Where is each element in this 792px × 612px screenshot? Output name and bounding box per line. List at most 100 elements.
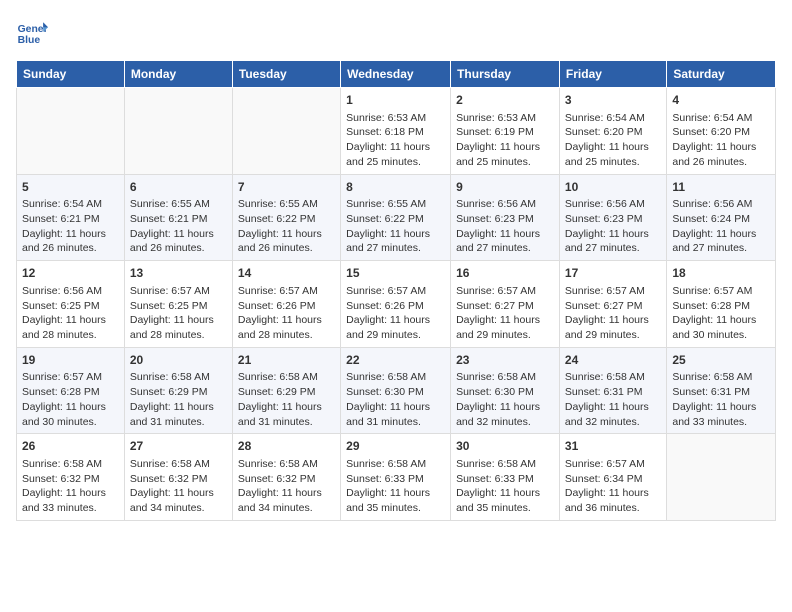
day-info: Sunrise: 6:58 AM Sunset: 6:31 PM Dayligh… <box>672 370 770 429</box>
day-number: 11 <box>672 179 770 196</box>
calendar-cell: 17 Sunrise: 6:57 AM Sunset: 6:27 PM Dayli… <box>559 261 666 348</box>
day-info: Sunrise: 6:58 AM Sunset: 6:29 PM Dayligh… <box>238 370 335 429</box>
day-number: 9 <box>456 179 554 196</box>
day-info: Sunrise: 6:58 AM Sunset: 6:30 PM Dayligh… <box>346 370 445 429</box>
calendar-cell: 7Sunrise: 6:55 AM Sunset: 6:22 PM Daylig… <box>232 174 340 261</box>
day-header-tuesday: Tuesday <box>232 61 340 88</box>
calendar-week-row: 26 Sunrise: 6:58 AM Sunset: 6:32 PM Dayli… <box>17 434 776 521</box>
calendar-cell: 22Sunrise: 6:58 AM Sunset: 6:30 PM Dayli… <box>341 347 451 434</box>
day-info: Sunrise: 6:57 AM Sunset: 6:27 PM Dayligh… <box>565 284 661 343</box>
calendar-cell: 4 Sunrise: 6:54 AM Sunset: 6:20 PM Daylig… <box>667 88 776 175</box>
calendar-cell: 14 Sunrise: 6:57 AM Sunset: 6:26 PM Dayli… <box>232 261 340 348</box>
calendar-cell <box>232 88 340 175</box>
day-number: 4 <box>672 92 770 109</box>
day-info: Sunrise: 6:57 AM Sunset: 6:25 PM Dayligh… <box>130 284 227 343</box>
day-info: Sunrise: 6:56 AM Sunset: 6:23 PM Dayligh… <box>456 197 554 256</box>
day-info: Sunrise: 6:57 AM Sunset: 6:27 PM Dayligh… <box>456 284 554 343</box>
calendar-week-row: 1 Sunrise: 6:53 AM Sunset: 6:18 PM Daylig… <box>17 88 776 175</box>
day-number: 20 <box>130 352 227 369</box>
day-header-thursday: Thursday <box>451 61 560 88</box>
day-info: Sunrise: 6:58 AM Sunset: 6:33 PM Dayligh… <box>456 457 554 516</box>
calendar-cell: 20Sunrise: 6:58 AM Sunset: 6:29 PM Dayli… <box>124 347 232 434</box>
day-number: 3 <box>565 92 661 109</box>
day-info: Sunrise: 6:57 AM Sunset: 6:34 PM Dayligh… <box>565 457 661 516</box>
day-number: 1 <box>346 92 445 109</box>
calendar-cell: 11Sunrise: 6:56 AM Sunset: 6:24 PM Dayli… <box>667 174 776 261</box>
calendar-cell: 10Sunrise: 6:56 AM Sunset: 6:23 PM Dayli… <box>559 174 666 261</box>
page-header: General Blue <box>16 16 776 48</box>
day-info: Sunrise: 6:54 AM Sunset: 6:20 PM Dayligh… <box>672 111 770 170</box>
calendar-cell: 9Sunrise: 6:56 AM Sunset: 6:23 PM Daylig… <box>451 174 560 261</box>
day-number: 5 <box>22 179 119 196</box>
day-number: 10 <box>565 179 661 196</box>
day-header-monday: Monday <box>124 61 232 88</box>
day-number: 23 <box>456 352 554 369</box>
logo: General Blue <box>16 16 52 48</box>
day-info: Sunrise: 6:56 AM Sunset: 6:23 PM Dayligh… <box>565 197 661 256</box>
calendar-cell: 2 Sunrise: 6:53 AM Sunset: 6:19 PM Daylig… <box>451 88 560 175</box>
day-number: 19 <box>22 352 119 369</box>
day-number: 13 <box>130 265 227 282</box>
day-number: 8 <box>346 179 445 196</box>
day-number: 27 <box>130 438 227 455</box>
day-number: 25 <box>672 352 770 369</box>
calendar-cell: 6Sunrise: 6:55 AM Sunset: 6:21 PM Daylig… <box>124 174 232 261</box>
day-info: Sunrise: 6:53 AM Sunset: 6:19 PM Dayligh… <box>456 111 554 170</box>
day-number: 12 <box>22 265 119 282</box>
day-info: Sunrise: 6:58 AM Sunset: 6:33 PM Dayligh… <box>346 457 445 516</box>
day-info: Sunrise: 6:57 AM Sunset: 6:26 PM Dayligh… <box>238 284 335 343</box>
day-info: Sunrise: 6:58 AM Sunset: 6:32 PM Dayligh… <box>238 457 335 516</box>
calendar-cell: 3 Sunrise: 6:54 AM Sunset: 6:20 PM Daylig… <box>559 88 666 175</box>
day-header-friday: Friday <box>559 61 666 88</box>
day-number: 21 <box>238 352 335 369</box>
calendar-cell: 30 Sunrise: 6:58 AM Sunset: 6:33 PM Dayli… <box>451 434 560 521</box>
calendar-cell: 16 Sunrise: 6:57 AM Sunset: 6:27 PM Dayli… <box>451 261 560 348</box>
day-info: Sunrise: 6:54 AM Sunset: 6:21 PM Dayligh… <box>22 197 119 256</box>
calendar-header-row: SundayMondayTuesdayWednesdayThursdayFrid… <box>17 61 776 88</box>
calendar-cell: 31Sunrise: 6:57 AM Sunset: 6:34 PM Dayli… <box>559 434 666 521</box>
day-info: Sunrise: 6:56 AM Sunset: 6:25 PM Dayligh… <box>22 284 119 343</box>
day-number: 14 <box>238 265 335 282</box>
calendar-week-row: 19Sunrise: 6:57 AM Sunset: 6:28 PM Dayli… <box>17 347 776 434</box>
day-info: Sunrise: 6:53 AM Sunset: 6:18 PM Dayligh… <box>346 111 445 170</box>
day-number: 18 <box>672 265 770 282</box>
calendar-cell: 8Sunrise: 6:55 AM Sunset: 6:22 PM Daylig… <box>341 174 451 261</box>
calendar-cell: 15 Sunrise: 6:57 AM Sunset: 6:26 PM Dayli… <box>341 261 451 348</box>
day-info: Sunrise: 6:58 AM Sunset: 6:32 PM Dayligh… <box>130 457 227 516</box>
calendar-cell: 24Sunrise: 6:58 AM Sunset: 6:31 PM Dayli… <box>559 347 666 434</box>
day-info: Sunrise: 6:57 AM Sunset: 6:26 PM Dayligh… <box>346 284 445 343</box>
day-number: 17 <box>565 265 661 282</box>
day-number: 15 <box>346 265 445 282</box>
calendar-cell: 27 Sunrise: 6:58 AM Sunset: 6:32 PM Dayli… <box>124 434 232 521</box>
day-number: 2 <box>456 92 554 109</box>
day-info: Sunrise: 6:55 AM Sunset: 6:21 PM Dayligh… <box>130 197 227 256</box>
calendar-week-row: 5Sunrise: 6:54 AM Sunset: 6:21 PM Daylig… <box>17 174 776 261</box>
calendar-cell: 1 Sunrise: 6:53 AM Sunset: 6:18 PM Daylig… <box>341 88 451 175</box>
day-number: 16 <box>456 265 554 282</box>
day-number: 30 <box>456 438 554 455</box>
day-number: 26 <box>22 438 119 455</box>
day-header-sunday: Sunday <box>17 61 125 88</box>
day-number: 24 <box>565 352 661 369</box>
day-info: Sunrise: 6:54 AM Sunset: 6:20 PM Dayligh… <box>565 111 661 170</box>
day-info: Sunrise: 6:57 AM Sunset: 6:28 PM Dayligh… <box>22 370 119 429</box>
calendar-cell <box>667 434 776 521</box>
svg-text:Blue: Blue <box>18 35 41 46</box>
calendar-cell: 23Sunrise: 6:58 AM Sunset: 6:30 PM Dayli… <box>451 347 560 434</box>
day-info: Sunrise: 6:58 AM Sunset: 6:29 PM Dayligh… <box>130 370 227 429</box>
calendar-cell: 12 Sunrise: 6:56 AM Sunset: 6:25 PM Dayli… <box>17 261 125 348</box>
calendar-week-row: 12 Sunrise: 6:56 AM Sunset: 6:25 PM Dayli… <box>17 261 776 348</box>
calendar-cell: 28Sunrise: 6:58 AM Sunset: 6:32 PM Dayli… <box>232 434 340 521</box>
day-number: 7 <box>238 179 335 196</box>
calendar-cell <box>124 88 232 175</box>
day-info: Sunrise: 6:58 AM Sunset: 6:32 PM Dayligh… <box>22 457 119 516</box>
day-number: 29 <box>346 438 445 455</box>
calendar-cell: 29 Sunrise: 6:58 AM Sunset: 6:33 PM Dayli… <box>341 434 451 521</box>
calendar-cell: 19Sunrise: 6:57 AM Sunset: 6:28 PM Dayli… <box>17 347 125 434</box>
day-info: Sunrise: 6:57 AM Sunset: 6:28 PM Dayligh… <box>672 284 770 343</box>
calendar-cell <box>17 88 125 175</box>
day-info: Sunrise: 6:58 AM Sunset: 6:30 PM Dayligh… <box>456 370 554 429</box>
calendar-cell: 21Sunrise: 6:58 AM Sunset: 6:29 PM Dayli… <box>232 347 340 434</box>
calendar-cell: 5Sunrise: 6:54 AM Sunset: 6:21 PM Daylig… <box>17 174 125 261</box>
calendar-cell: 18 Sunrise: 6:57 AM Sunset: 6:28 PM Dayli… <box>667 261 776 348</box>
